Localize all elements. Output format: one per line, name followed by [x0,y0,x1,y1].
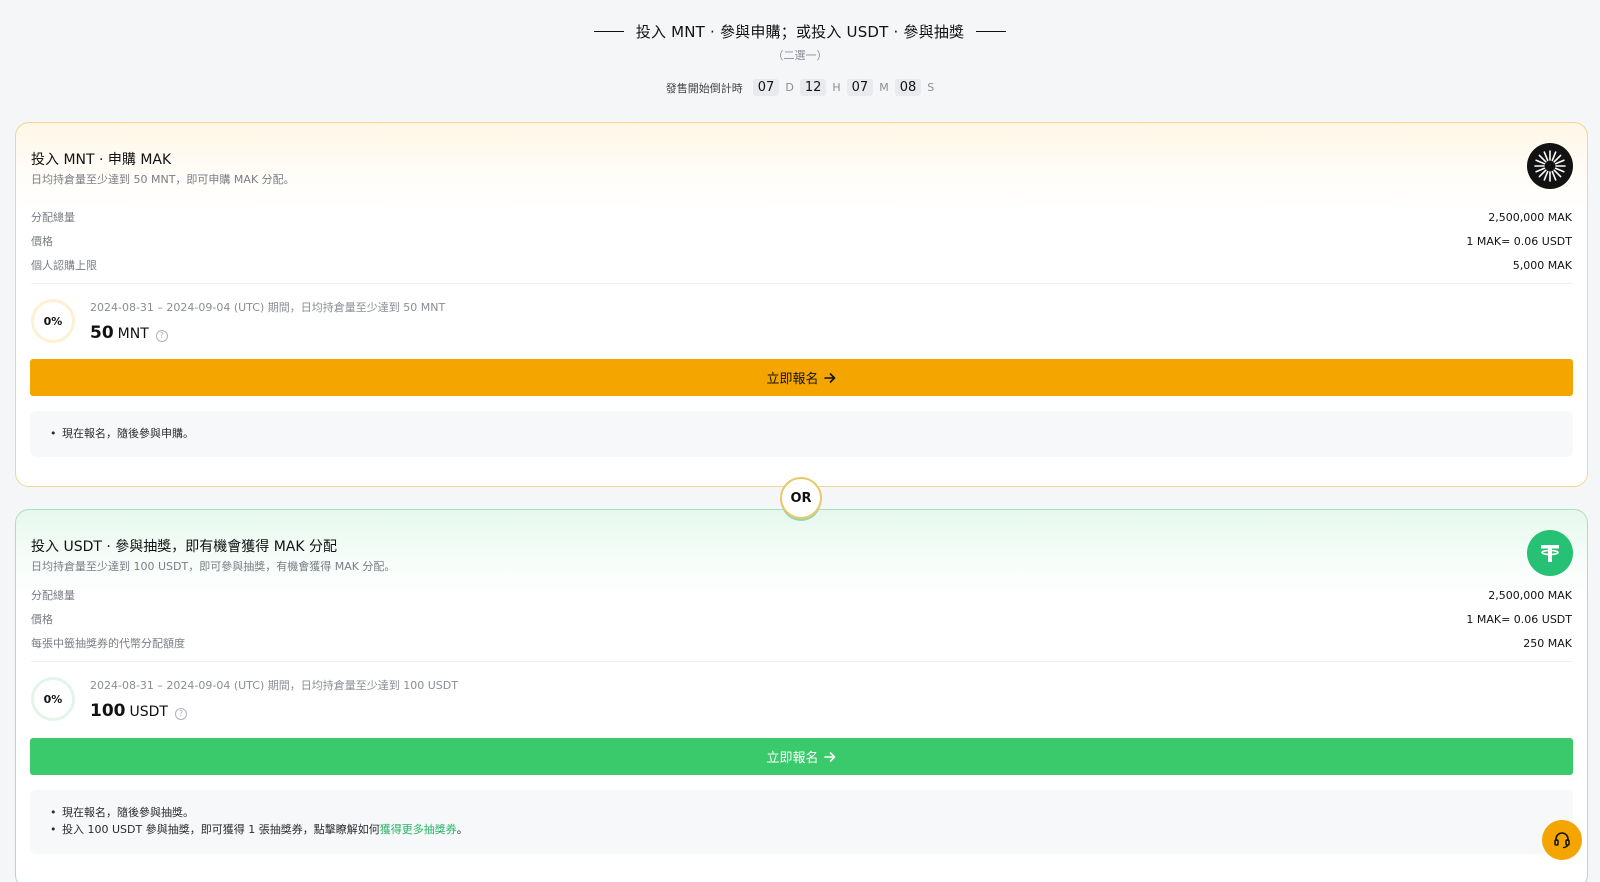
notes-box: 現在報名，隨後參與申購。 [30,411,1573,457]
card-description: 日均持倉量至少達到 100 USDT，即可參與抽獎，有機會獲得 MAK 分配。 [31,560,396,573]
countdown-days: 07 [752,79,780,96]
help-icon[interactable]: ? [155,329,168,342]
countdown-hours-unit: H [832,81,841,94]
card-title: 投入 USDT · 參與抽獎，即有機會獲得 MAK 分配 [31,539,338,555]
detail-value: 2,500,000 MAK [1488,588,1572,602]
mnt-subscription-card: 投入 MNT · 申購 MAK 日均持倉量至少達到 50 MNT，即可申購 MA… [15,122,1588,487]
customer-support-button[interactable] [1542,820,1582,860]
countdown-minutes: 07 [846,79,874,96]
note-text: 投入 100 USDT 參與抽獎，即可獲得 1 張抽獎券，點擊瞭解如何 [62,823,380,836]
detail-label: 個人認購上限 [31,259,97,272]
countdown-days-unit: D [785,81,794,94]
detail-label: 價格 [31,613,53,626]
headline: 投入 MNT · 參與申購；或投入 USDT · 參與抽獎 [0,18,1600,44]
allocation-details: 分配總量 2,500,000 MAK 價格 1 MAK= 0.06 USDT 每… [31,583,1572,655]
note-item: 投入 100 USDT 參與抽獎，即可獲得 1 張抽獎券，點擊瞭解如何獲得更多抽… [50,821,1553,838]
countdown-seconds: 08 [894,79,922,96]
more-tickets-link[interactable]: 獲得更多抽獎券 [380,823,457,836]
amount-currency: MNT [117,326,149,342]
section-divider [31,661,1572,662]
detail-row-total-allocation: 分配總量 2,500,000 MAK [31,205,1572,229]
arrow-right-icon [823,372,835,383]
register-now-button[interactable]: 立即報名 [30,738,1573,775]
countdown-seconds-unit: S [927,81,935,94]
holding-period: 2024-08-31 – 2024-09-04 (UTC) 期間，日均持倉量至少… [90,679,458,692]
countdown-label: 發售開始倒計時 [665,81,743,95]
launch-header: 投入 MNT · 參與申購；或投入 USDT · 參與抽獎 （二選一） 發售開始… [0,18,1600,96]
detail-value: 1 MAK= 0.06 USDT [1466,612,1572,626]
detail-label: 價格 [31,235,53,248]
note-item: 現在報名，隨後參與申購。 [50,425,1553,442]
notes-box: 現在報名，隨後參與抽獎。 投入 100 USDT 參與抽獎，即可獲得 1 張抽獎… [30,790,1573,854]
required-amount: 50 MNT ? [90,323,445,343]
detail-value: 2,500,000 MAK [1488,210,1572,224]
section-divider [31,283,1572,284]
usdt-lottery-card: 投入 USDT · 參與抽獎，即有機會獲得 MAK 分配 日均持倉量至少達到 1… [15,509,1588,882]
mak-token-icon [1527,143,1573,189]
detail-row-total-allocation: 分配總量 2,500,000 MAK [31,583,1572,607]
detail-label: 分配總量 [31,211,75,224]
or-divider-badge: OR [780,477,822,519]
detail-value: 1 MAK= 0.06 USDT [1466,234,1572,248]
detail-value: 250 MAK [1523,636,1572,650]
detail-label: 每張中籤抽獎券的代幣分配額度 [31,637,185,650]
note-text: 。 [456,823,468,836]
countdown: 發售開始倒計時 07 D 12 H 07 M 08 S [0,79,1600,96]
commitment-progress: 0% 2024-08-31 – 2024-09-04 (UTC) 期間，日均持倉… [31,677,458,721]
commitment-progress: 0% 2024-08-31 – 2024-09-04 (UTC) 期間，日均持倉… [31,299,445,343]
allocation-details: 分配總量 2,500,000 MAK 價格 1 MAK= 0.06 USDT 個… [31,205,1572,277]
amount-currency: USDT [129,704,168,720]
note-item: 現在報名，隨後參與抽獎。 [50,804,1553,821]
required-amount: 100 USDT ? [90,701,458,721]
headline-rule-right [976,30,1007,32]
detail-row-price: 價格 1 MAK= 0.06 USDT [31,607,1572,631]
holding-period: 2024-08-31 – 2024-09-04 (UTC) 期間，日均持倉量至少… [90,301,446,314]
register-now-button[interactable]: 立即報名 [30,359,1573,396]
amount-value: 100 [90,701,126,721]
progress-ring: 0% [31,677,75,721]
amount-value: 50 [90,323,114,343]
choose-one-note: （二選一） [772,49,828,62]
headline-text: 投入 MNT · 參與申購；或投入 USDT · 參與抽獎 [635,22,965,41]
headline-rule-left [593,30,624,32]
detail-row-per-ticket-allocation: 每張中籤抽獎券的代幣分配額度 250 MAK [31,631,1572,655]
progress-ring: 0% [31,299,75,343]
help-icon[interactable]: ? [174,707,187,720]
button-label: 立即報名 [766,751,819,766]
detail-row-personal-cap: 個人認購上限 5,000 MAK [31,253,1572,277]
detail-row-price: 價格 1 MAK= 0.06 USDT [31,229,1572,253]
card-title: 投入 MNT · 申購 MAK [31,152,172,168]
countdown-hours: 12 [799,79,827,96]
detail-label: 分配總量 [31,589,75,602]
headset-support-icon [1554,832,1570,849]
usdt-tether-icon [1527,530,1573,576]
arrow-right-icon [823,751,835,762]
detail-value: 5,000 MAK [1512,258,1572,272]
countdown-minutes-unit: M [879,81,889,94]
button-label: 立即報名 [766,372,819,387]
card-description: 日均持倉量至少達到 50 MNT，即可申購 MAK 分配。 [31,173,295,186]
